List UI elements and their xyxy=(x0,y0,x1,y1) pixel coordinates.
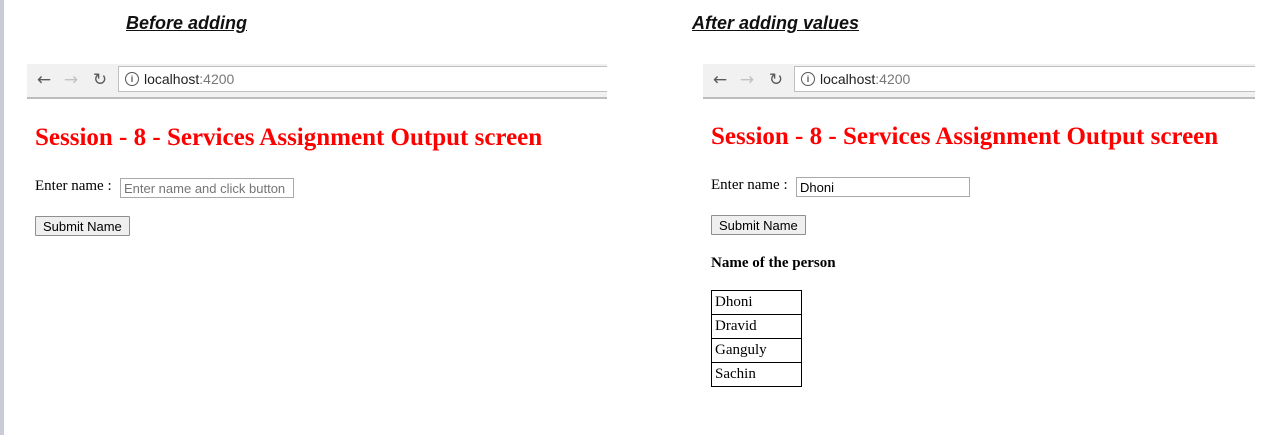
browser-toolbar: ← → ↻ i localhost:4200 xyxy=(27,64,607,99)
window-edge xyxy=(0,0,4,435)
browser-toolbar: ← → ↻ i localhost:4200 xyxy=(703,64,1255,99)
address-bar[interactable]: i localhost:4200 xyxy=(794,66,1255,92)
page-title: Session - 8 - Services Assignment Output… xyxy=(35,124,543,151)
url-text: localhost:4200 xyxy=(820,71,910,87)
arrow-left-icon[interactable]: ← xyxy=(710,69,730,91)
names-table: Dhoni Dravid Ganguly Sachin xyxy=(711,290,802,387)
table-row: Dravid xyxy=(711,314,802,339)
enter-name-label: Enter name : xyxy=(35,178,112,194)
info-icon[interactable]: i xyxy=(801,72,815,86)
before-panel: ← → ↻ i localhost:4200 Session - 8 - Ser… xyxy=(27,64,607,434)
name-input[interactable] xyxy=(120,178,294,198)
arrow-left-icon[interactable]: ← xyxy=(34,69,54,91)
url-host: localhost xyxy=(144,71,200,87)
url-host: localhost xyxy=(820,71,876,87)
table-row: Sachin xyxy=(711,362,802,387)
names-heading: Name of the person xyxy=(711,255,836,271)
name-cell: Dhoni xyxy=(711,290,802,315)
submit-name-button[interactable]: Submit Name xyxy=(711,215,806,235)
caption-before: Before adding xyxy=(126,13,248,33)
arrow-right-icon[interactable]: → xyxy=(737,69,757,91)
url-port: :4200 xyxy=(199,71,235,87)
enter-name-label: Enter name : xyxy=(711,177,788,193)
after-panel: ← → ↻ i localhost:4200 Session - 8 - Ser… xyxy=(703,64,1255,434)
reload-icon[interactable]: ↻ xyxy=(766,69,786,91)
name-cell: Dravid xyxy=(711,314,802,339)
address-bar[interactable]: i localhost:4200 xyxy=(118,66,607,92)
name-cell: Sachin xyxy=(711,362,802,387)
table-row: Ganguly xyxy=(711,338,802,363)
page-title: Session - 8 - Services Assignment Output… xyxy=(711,123,1219,150)
url-text: localhost:4200 xyxy=(144,71,234,87)
table-row: Dhoni xyxy=(711,290,802,315)
arrow-right-icon[interactable]: → xyxy=(61,69,81,91)
name-cell: Ganguly xyxy=(711,338,802,363)
info-icon[interactable]: i xyxy=(125,72,139,86)
reload-icon[interactable]: ↻ xyxy=(90,69,110,91)
caption-after: After adding values xyxy=(692,13,860,33)
name-input[interactable] xyxy=(796,177,970,197)
url-port: :4200 xyxy=(875,71,911,87)
submit-name-button[interactable]: Submit Name xyxy=(35,216,130,236)
